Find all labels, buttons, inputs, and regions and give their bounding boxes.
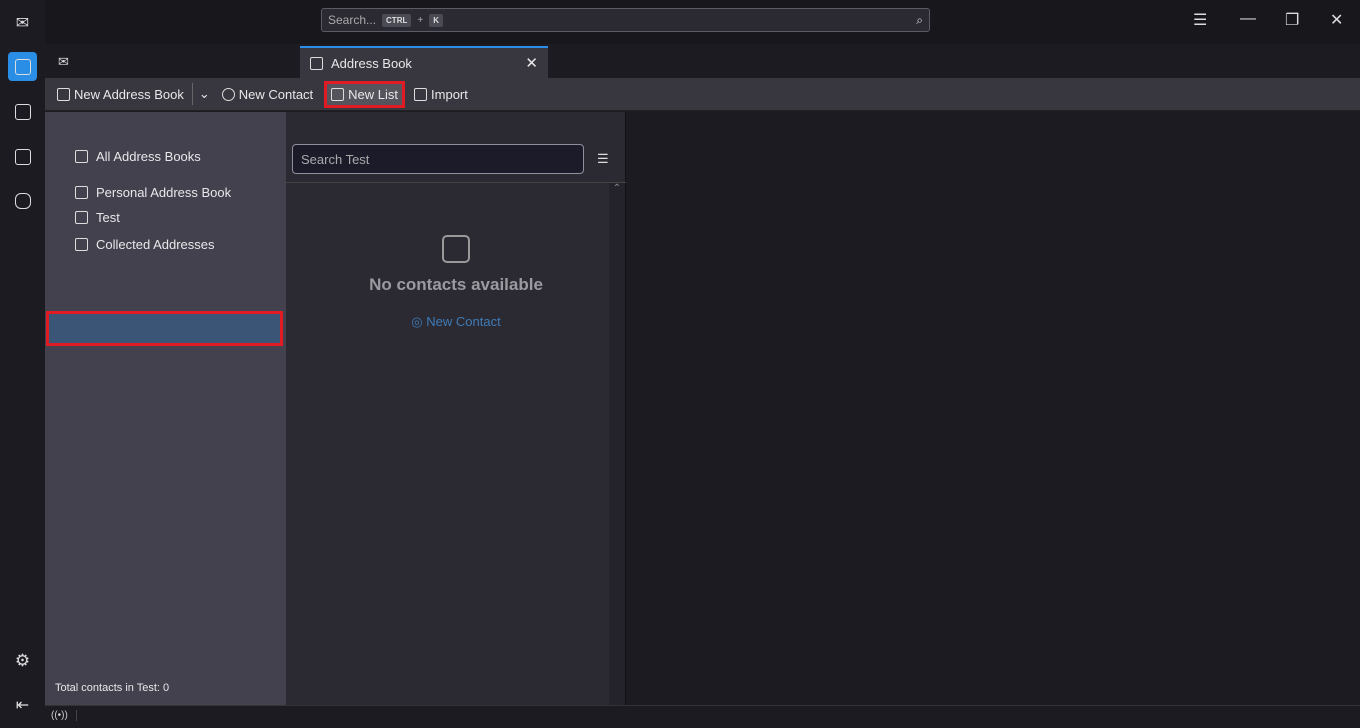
- shortcut-plus: +: [417, 14, 424, 26]
- mail-space-button[interactable]: ✉: [8, 8, 37, 37]
- address-book-icon: [57, 87, 70, 101]
- new-contact-icon: [221, 87, 235, 101]
- list-options-icon[interactable]: ☰: [597, 151, 609, 167]
- book-label: Collected Addresses: [96, 237, 215, 252]
- address-book-icon: [14, 58, 31, 75]
- book-item-test[interactable]: Test: [75, 210, 120, 225]
- status-bar: ((•)): [45, 705, 1360, 728]
- tab-address-book[interactable]: Address Book ✕: [300, 46, 548, 78]
- new-list-button[interactable]: New List: [324, 80, 406, 108]
- spaces-toolbar: ✉ ⚙ ⇤: [0, 0, 45, 728]
- toolbar: New Address Book ⌄ New Contact New List …: [45, 78, 1360, 111]
- book-label: Personal Address Book: [96, 185, 232, 200]
- shortcut-key: K: [429, 13, 443, 27]
- search-contacts-input[interactable]: Search Test: [292, 144, 584, 174]
- collapse-icon: ⇤: [15, 696, 30, 714]
- address-book-icon: [75, 238, 88, 251]
- new-list-icon: [331, 87, 345, 101]
- chat-icon: [14, 192, 31, 209]
- mail-tab-icon[interactable]: ✉: [58, 54, 69, 70]
- book-item-all[interactable]: All Address Books: [75, 149, 201, 164]
- calendar-icon: [14, 103, 31, 120]
- new-contact-button[interactable]: New Contact: [218, 84, 317, 105]
- chevron-down-icon: ⌄: [198, 86, 210, 101]
- tasks-icon: [14, 148, 31, 165]
- scrollbar[interactable]: ⌃: [609, 183, 625, 705]
- address-books-pane: All Address Books Personal Address Book …: [45, 112, 286, 705]
- new-contact-icon: ◎: [411, 314, 427, 329]
- online-status-icon[interactable]: ((•)): [51, 710, 77, 721]
- chat-space-button[interactable]: [8, 186, 37, 215]
- shortcut-mod: CTRL: [382, 13, 412, 27]
- contacts-list-pane: Search Test ☰ ⌃ No contacts available ◎ …: [286, 112, 626, 705]
- total-contacts: Total contacts in Test: 0: [55, 682, 170, 694]
- import-icon: [414, 87, 428, 101]
- tab-strip: ✉: [45, 44, 1360, 78]
- empty-contacts-icon: [442, 235, 470, 263]
- close-tab-icon[interactable]: ✕: [525, 54, 538, 72]
- mail-icon: ✉: [15, 14, 30, 32]
- address-book-icon: [75, 211, 88, 224]
- empty-title: No contacts available: [369, 275, 543, 294]
- address-book-icon: [75, 186, 88, 199]
- address-book-icon: [310, 56, 323, 70]
- new-address-book-dropdown[interactable]: ⌄: [191, 83, 214, 105]
- new-list-label: New List: [348, 86, 399, 102]
- book-item-collected[interactable]: Collected Addresses: [75, 237, 215, 252]
- new-address-book-label: New Address Book: [74, 86, 184, 102]
- global-search[interactable]: Search... CTRL + K ⌕: [321, 8, 930, 32]
- tab-label: Address Book: [331, 55, 412, 71]
- settings-button[interactable]: ⚙: [8, 646, 37, 675]
- close-window-button[interactable]: ✕: [1330, 10, 1343, 30]
- book-label: Test: [96, 210, 120, 225]
- empty-new-contact-link[interactable]: ◎ New Contact: [286, 314, 626, 330]
- menu-button[interactable]: ☰: [1193, 10, 1207, 30]
- maximize-button[interactable]: ❐: [1285, 10, 1299, 30]
- search-placeholder: Search...: [328, 13, 377, 27]
- collapse-spaces-button[interactable]: ⇤: [8, 690, 37, 719]
- book-label: All Address Books: [96, 149, 201, 164]
- book-item-personal[interactable]: Personal Address Book: [75, 185, 231, 200]
- new-contact-label: New Contact: [238, 86, 314, 102]
- address-book-icon: [75, 150, 88, 163]
- address-book-space-button[interactable]: [8, 52, 37, 81]
- import-label: Import: [431, 86, 468, 102]
- calendar-space-button[interactable]: [8, 97, 37, 126]
- tasks-space-button[interactable]: [8, 142, 37, 171]
- gear-icon: ⚙: [14, 650, 31, 670]
- empty-action-label: New Contact: [426, 314, 501, 329]
- minimize-button[interactable]: —: [1240, 10, 1256, 28]
- new-address-book-button[interactable]: New Address Book: [53, 84, 188, 105]
- selected-row-highlight: [46, 311, 283, 346]
- import-button[interactable]: Import: [410, 84, 472, 105]
- search-icon: ⌕: [916, 12, 923, 27]
- divider: [286, 182, 626, 183]
